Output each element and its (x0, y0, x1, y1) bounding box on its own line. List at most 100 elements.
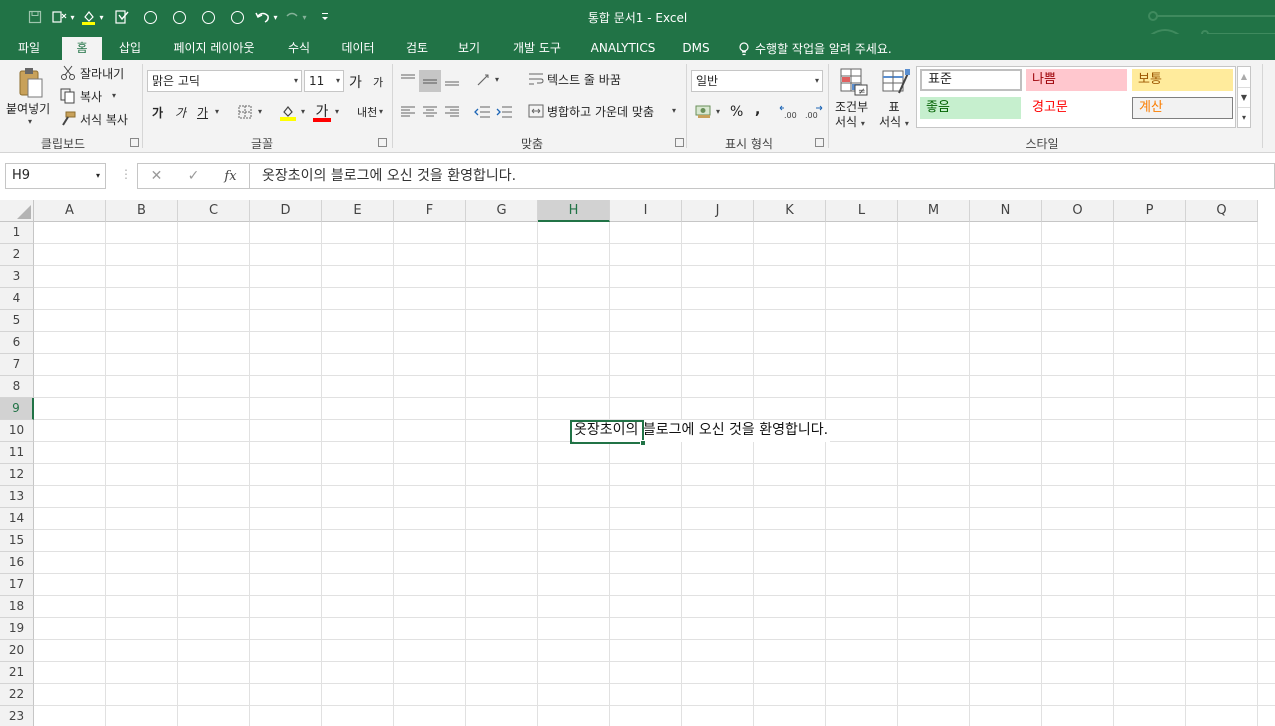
row-header-2[interactable]: 2 (0, 244, 34, 266)
merge-center-dropdown[interactable]: ▾ (672, 106, 676, 115)
tab-file[interactable]: 파일 (10, 37, 48, 60)
row-header-11[interactable]: 11 (0, 442, 34, 464)
alignment-launcher-icon[interactable] (675, 138, 684, 147)
row-header-22[interactable]: 22 (0, 684, 34, 706)
column-header-i[interactable]: I (610, 200, 682, 222)
align-left-icon[interactable] (398, 102, 418, 122)
bold-button[interactable]: 가 (152, 104, 163, 121)
column-header-o[interactable]: O (1042, 200, 1114, 222)
underline-dropdown[interactable]: ▾ (215, 107, 219, 116)
font-color-dropdown[interactable]: ▾ (335, 107, 339, 116)
column-header-l[interactable]: L (826, 200, 898, 222)
row-header-13[interactable]: 13 (0, 486, 34, 508)
tab-home[interactable]: 홈 (62, 37, 102, 60)
gallery-scroll-up-icon[interactable]: ▲ (1238, 67, 1250, 87)
increase-indent-icon[interactable] (494, 102, 514, 122)
paste-icon[interactable] (14, 66, 48, 100)
cancel-entry-icon[interactable]: ✕ (138, 168, 175, 184)
align-bottom-icon[interactable] (442, 70, 462, 90)
font-name-dropdown[interactable]: 맑은 고딕 ▾ (147, 70, 302, 92)
formula-bar-splitter[interactable]: ⋮ (120, 167, 132, 181)
row-header-20[interactable]: 20 (0, 640, 34, 662)
font-color-icon[interactable]: 가 (313, 102, 331, 122)
row-header-8[interactable]: 8 (0, 376, 34, 398)
column-header-e[interactable]: E (322, 200, 394, 222)
row-header-16[interactable]: 16 (0, 552, 34, 574)
align-top-icon[interactable] (398, 70, 418, 90)
column-header-a[interactable]: A (34, 200, 106, 222)
column-header-f[interactable]: F (394, 200, 466, 222)
cell-area[interactable]: 옷장초이의 블로그에 오신 것을 환영합니다. (34, 222, 1275, 726)
name-box[interactable]: H9 ▾ (5, 163, 106, 189)
row-header-18[interactable]: 18 (0, 596, 34, 618)
tab-page-layout[interactable]: 페이지 레이아웃 (160, 37, 268, 60)
tab-insert[interactable]: 삽입 (110, 37, 150, 60)
tell-me-search[interactable]: 수행할 작업을 알려 주세요. (738, 37, 892, 60)
conditional-formatting-button[interactable]: 조건부 서식 ▾ (835, 100, 868, 131)
column-header-q[interactable]: Q (1186, 200, 1258, 222)
copy-dropdown[interactable]: ▾ (112, 91, 116, 100)
gallery-scroll-down-icon[interactable]: ▼ (1238, 87, 1250, 107)
conditional-formatting-icon[interactable]: ≠ (838, 66, 870, 98)
accounting-format-dropdown[interactable]: ▾ (716, 107, 720, 116)
column-header-g[interactable]: G (466, 200, 538, 222)
column-header-n[interactable]: N (970, 200, 1042, 222)
column-header-k[interactable]: K (754, 200, 826, 222)
row-header-12[interactable]: 12 (0, 464, 34, 486)
format-painter-button[interactable]: 서식 복사 (80, 111, 128, 128)
fill-handle[interactable] (640, 440, 646, 446)
phonetic-button[interactable]: 내천 (357, 104, 377, 120)
row-header-10[interactable]: 10 (0, 420, 34, 442)
column-header-p[interactable]: P (1114, 200, 1186, 222)
align-middle-icon[interactable] (419, 70, 441, 92)
select-all-button[interactable] (0, 200, 34, 222)
tab-review[interactable]: 검토 (398, 37, 436, 60)
underline-button[interactable]: 가 (197, 104, 208, 121)
paste-button-label[interactable]: 붙여넣기 (6, 100, 50, 117)
tab-formulas[interactable]: 수식 (280, 37, 318, 60)
confirm-entry-icon[interactable]: ✓ (175, 168, 212, 184)
row-header-9[interactable]: 9 (0, 398, 34, 420)
align-right-icon[interactable] (442, 102, 462, 122)
column-header-d[interactable]: D (250, 200, 322, 222)
row-header-21[interactable]: 21 (0, 662, 34, 684)
wrap-text-button[interactable]: 텍스트 줄 바꿈 (547, 71, 621, 88)
orientation-icon[interactable] (474, 70, 494, 90)
paste-dropdown[interactable]: ▾ (28, 117, 32, 126)
shrink-font-button[interactable]: 가 (373, 74, 383, 90)
italic-button[interactable]: 가 (175, 104, 186, 121)
row-header-23[interactable]: 23 (0, 706, 34, 726)
row-header-14[interactable]: 14 (0, 508, 34, 530)
row-header-15[interactable]: 15 (0, 530, 34, 552)
align-center-icon[interactable] (420, 102, 440, 122)
cut-button[interactable]: 잘라내기 (80, 65, 124, 82)
font-size-dropdown[interactable]: 11 ▾ (304, 70, 344, 92)
row-header-6[interactable]: 6 (0, 332, 34, 354)
style-neutral[interactable]: 보통 (1132, 69, 1233, 91)
active-cell-h9[interactable] (570, 420, 644, 444)
grow-font-button[interactable]: 가 (349, 72, 362, 92)
column-header-b[interactable]: B (106, 200, 178, 222)
increase-decimal-icon[interactable]: .00 (778, 102, 800, 122)
comma-style-button[interactable]: , (755, 102, 760, 118)
tab-analytics[interactable]: ANALYTICS (584, 37, 662, 60)
tab-data[interactable]: 데이터 (330, 37, 386, 60)
column-header-j[interactable]: J (682, 200, 754, 222)
number-format-dropdown[interactable]: 일반 ▾ (691, 70, 823, 92)
fill-color-icon[interactable] (278, 102, 298, 122)
row-header-19[interactable]: 19 (0, 618, 34, 640)
border-dropdown[interactable]: ▾ (258, 107, 262, 116)
tab-developer[interactable]: 개발 도구 (502, 37, 572, 60)
column-header-c[interactable]: C (178, 200, 250, 222)
accounting-format-icon[interactable] (693, 102, 715, 122)
fill-color-dropdown[interactable]: ▾ (301, 107, 305, 116)
clipboard-launcher-icon[interactable] (130, 138, 139, 147)
style-calculation[interactable]: 계산 (1132, 97, 1233, 119)
style-warning-text[interactable]: 경고문 (1026, 97, 1127, 119)
gallery-more-icon[interactable]: ▾ (1238, 107, 1250, 127)
row-header-7[interactable]: 7 (0, 354, 34, 376)
row-header-1[interactable]: 1 (0, 222, 34, 244)
column-header-m[interactable]: M (898, 200, 970, 222)
format-as-table-button[interactable]: 표 서식 ▾ (879, 100, 909, 131)
insert-function-icon[interactable]: fx (212, 169, 249, 184)
